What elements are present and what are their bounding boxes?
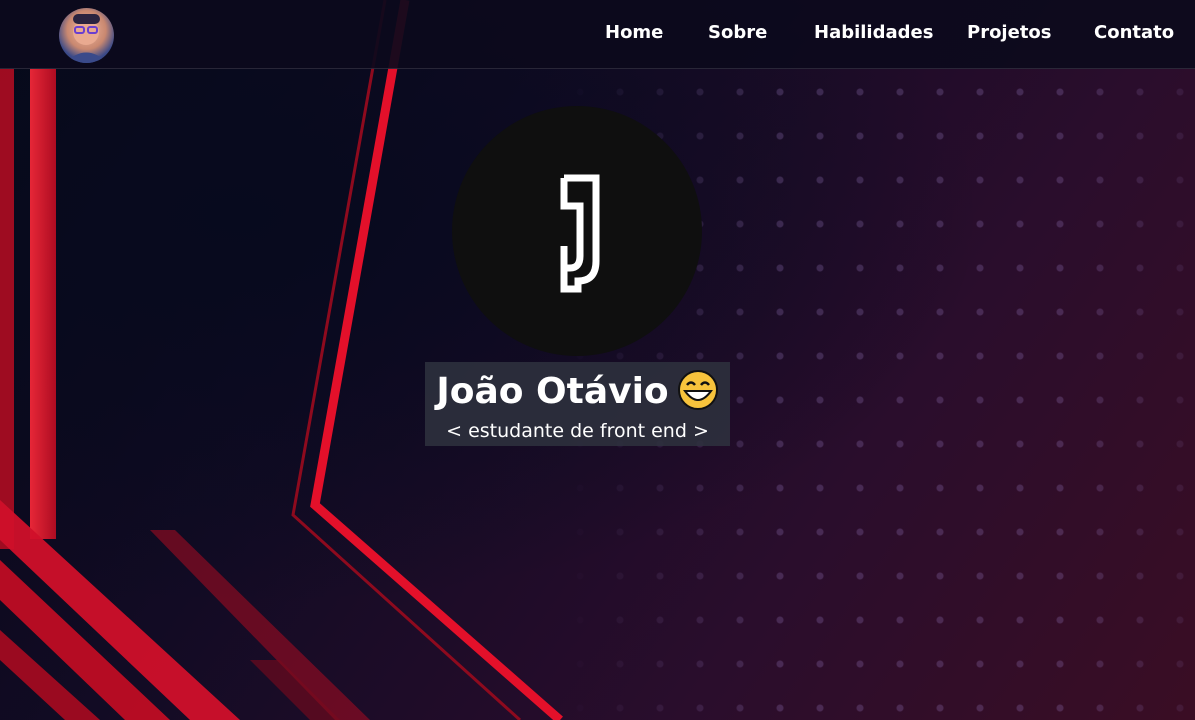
hero-name-box: João Otávio < estudante de front end > xyxy=(425,362,730,446)
avatar[interactable] xyxy=(59,8,114,63)
hero-name-text: João Otávio xyxy=(436,371,669,412)
top-navbar: Home Sobre Habilidades Projetos Contato xyxy=(0,0,1195,69)
hero-tagline: < estudante de front end > xyxy=(446,420,709,442)
nav-link-projetos[interactable]: Projetos xyxy=(967,22,1052,43)
grinning-face-icon xyxy=(677,370,718,410)
avatar-photo-icon xyxy=(65,14,108,63)
j-logo-icon xyxy=(560,174,600,293)
hero-name: João Otávio xyxy=(425,368,730,416)
nav-link-home[interactable]: Home xyxy=(605,22,663,43)
portfolio-page: Home Sobre Habilidades Projetos Contato … xyxy=(0,0,1195,720)
nav-link-habilidades[interactable]: Habilidades xyxy=(814,22,933,43)
logo-circle xyxy=(452,106,702,356)
nav-link-sobre[interactable]: Sobre xyxy=(708,22,767,43)
nav-link-contato[interactable]: Contato xyxy=(1094,22,1174,43)
